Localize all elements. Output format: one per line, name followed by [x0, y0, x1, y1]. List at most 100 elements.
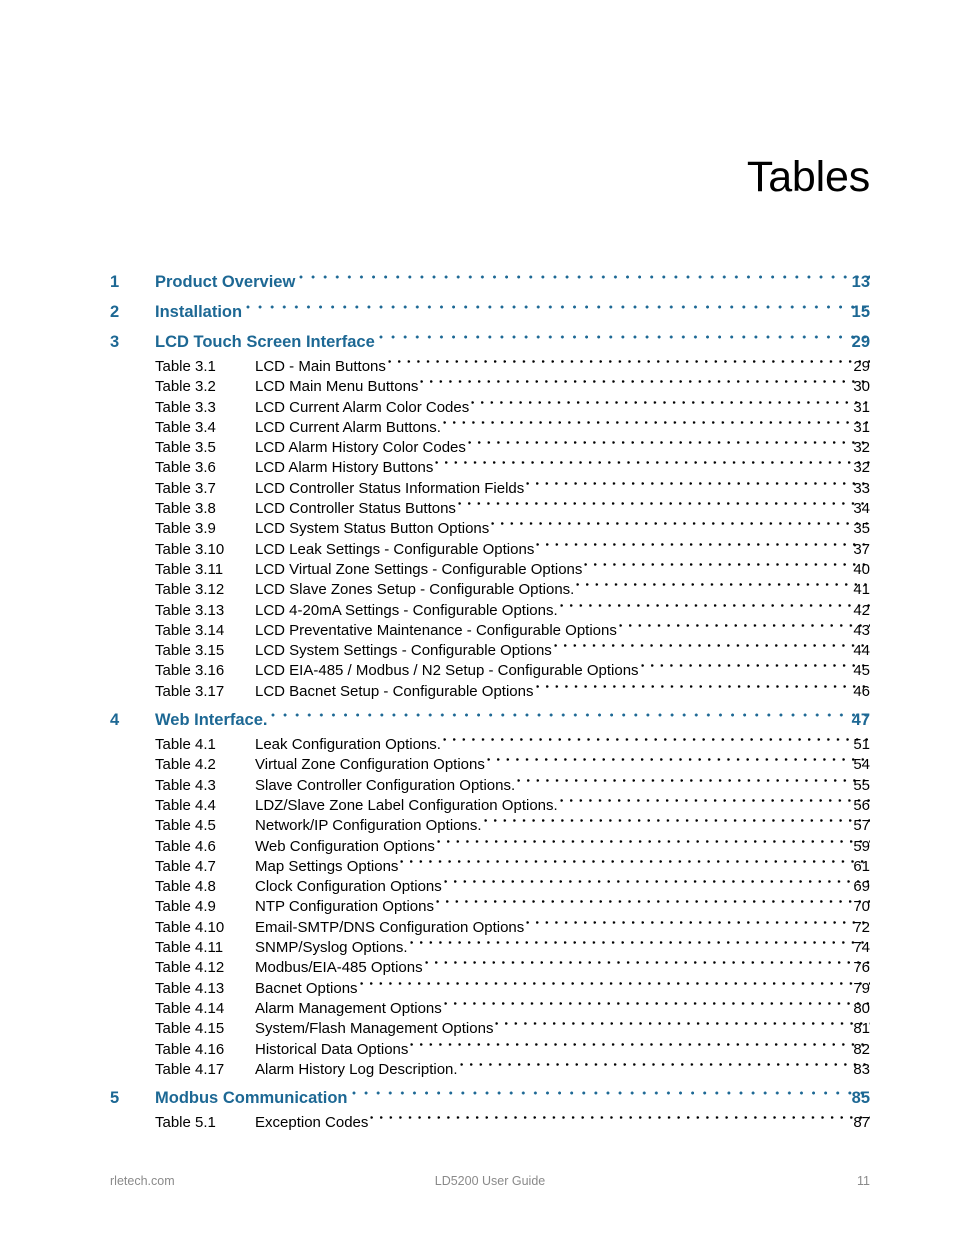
table-page-number: 45 [853, 662, 870, 680]
table-title: LCD System Settings - Configurable Optio… [255, 642, 552, 660]
toc-chapter-row[interactable]: 2 Installation 15 [0, 302, 954, 324]
toc-table-row[interactable]: Table 4.14 Alarm Management Options 80 [0, 998, 954, 1019]
dot-leader [526, 917, 870, 929]
table-page-number: 34 [853, 500, 870, 518]
table-label: Table 4.1 [155, 736, 216, 754]
toc-table-row[interactable]: Table 3.15 LCD System Settings - Configur… [0, 641, 954, 661]
toc-table-row[interactable]: Table 3.13 LCD 4-20mA Settings - Configur… [0, 600, 954, 621]
dot-leader [559, 795, 870, 807]
table-label: Table 4.2 [155, 756, 216, 774]
table-title-wrap: Exception Codes [255, 1113, 870, 1133]
toc-table-row[interactable]: Table 3.5 LCD Alarm History Color Codes 32 [0, 438, 954, 458]
toc-table-row[interactable]: Table 4.3 Slave Controller Configuration … [0, 775, 954, 796]
table-title-wrap: SNMP/Syslog Options. [255, 938, 870, 958]
chapter-title-wrap: Product Overview [155, 272, 870, 293]
table-title-wrap: LCD Main Menu Buttons [255, 377, 870, 397]
toc-table-row[interactable]: Table 4.6 Web Configuration Options 59 [0, 836, 954, 857]
table-page-number: 43 [853, 621, 870, 639]
toc-table-row[interactable]: Table 4.17 Alarm History Log Description.… [0, 1059, 954, 1080]
toc-table-row[interactable]: Table 3.14 LCD Preventative Maintenance -… [0, 620, 954, 641]
table-page-number: 32 [853, 439, 870, 457]
chapter-page-number: 15 [851, 303, 870, 321]
toc-table-row[interactable]: Table 4.4 LDZ/Slave Zone Label Configurat… [0, 795, 954, 816]
table-page-number: 37 [853, 540, 870, 558]
toc-table-row[interactable]: Table 3.1 LCD - Main Buttons 29 [0, 357, 954, 377]
table-page-number: 56 [853, 796, 870, 814]
table-page-number: 51 [853, 736, 870, 754]
dot-leader [370, 1113, 870, 1125]
toc-table-row[interactable]: Table 3.8 LCD Controller Status Buttons 34 [0, 499, 954, 519]
dot-leader [443, 877, 870, 889]
toc-table-row[interactable]: Table 4.1 Leak Configuration Options. 51 [0, 735, 954, 755]
table-label: Table 4.12 [155, 959, 225, 977]
toc-table-row[interactable]: Table 4.2 Virtual Zone Configuration Opti… [0, 755, 954, 775]
table-page-number: 42 [853, 601, 870, 619]
chapter-title-wrap: Modbus Communication [155, 1088, 870, 1109]
toc-table-row[interactable]: Table 4.9 NTP Configuration Options 70 [0, 897, 954, 917]
table-label: Table 3.10 [155, 540, 225, 558]
toc-table-row[interactable]: Table 3.6 LCD Alarm History Buttons 32 [0, 458, 954, 478]
table-title-wrap: Web Configuration Options [255, 836, 870, 857]
toc-table-row[interactable]: Table 3.16 LCD EIA-485 / Modbus / N2 Setu… [0, 661, 954, 681]
table-page-number: 81 [853, 1020, 870, 1038]
table-title-wrap: LCD Bacnet Setup - Configurable Options [255, 681, 870, 702]
toc-chapter-row[interactable]: 4 Web Interface. 47 [0, 710, 954, 732]
chapter-title-wrap: LCD Touch Screen Interface [155, 332, 870, 353]
table-label: Table 4.3 [155, 776, 216, 794]
table-title: LCD Alarm History Buttons [255, 459, 434, 477]
dot-leader [483, 816, 870, 828]
toc-table-row[interactable]: Table 3.7 LCD Controller Status Informati… [0, 478, 954, 499]
toc-table-row[interactable]: Table 4.16 Historical Data Options 82 [0, 1039, 954, 1060]
toc-chapter-row[interactable]: 3 LCD Touch Screen Interface 29 [0, 332, 954, 354]
table-title: Email-SMTP/DNS Configuration Options [255, 918, 525, 936]
toc-chapter-row[interactable]: 5 Modbus Communication 85 [0, 1088, 954, 1110]
toc-table-row[interactable]: Table 4.15 System/Flash Management Option… [0, 1019, 954, 1039]
table-title-wrap: LDZ/Slave Zone Label Configuration Optio… [255, 795, 870, 816]
toc-table-row[interactable]: Table 4.11 SNMP/Syslog Options. 74 [0, 938, 954, 958]
toc-table-row[interactable]: Table 4.5 Network/IP Configuration Option… [0, 816, 954, 836]
toc-chapter-row[interactable]: 1 Product Overview 13 [0, 272, 954, 294]
toc-table-row[interactable]: Table 3.11 LCD Virtual Zone Settings - Co… [0, 559, 954, 580]
dot-leader [378, 332, 870, 344]
chapter-page-number: 85 [851, 1089, 870, 1108]
table-title-wrap: LCD EIA-485 / Modbus / N2 Setup - Config… [255, 661, 870, 681]
table-title-wrap: LCD Slave Zones Setup - Configurable Opt… [255, 580, 870, 600]
toc-table-row[interactable]: Table 3.3 LCD Current Alarm Color Codes 31 [0, 397, 954, 418]
table-page-number: 70 [853, 898, 870, 916]
table-label: Table 3.4 [155, 418, 216, 436]
table-page-number: 54 [853, 756, 870, 774]
toc-table-row[interactable]: Table 4.12 Modbus/EIA-485 Options 76 [0, 958, 954, 978]
toc-table-row[interactable]: Table 4.7 Map Settings Options 61 [0, 856, 954, 877]
dot-leader [471, 397, 870, 409]
table-title-wrap: LCD System Status Button Options [255, 519, 870, 539]
dot-leader [495, 1019, 870, 1031]
table-title: NTP Configuration Options [255, 898, 434, 916]
table-title: Alarm History Log Description. [255, 1060, 458, 1078]
toc-table-row[interactable]: Table 3.10 LCD Leak Settings - Configurab… [0, 539, 954, 560]
dot-leader [400, 856, 870, 868]
toc-table-row[interactable]: Table 4.8 Clock Configuration Options 69 [0, 877, 954, 897]
table-title-wrap: Bacnet Options [255, 978, 870, 999]
table-title: LCD Current Alarm Color Codes [255, 398, 470, 416]
table-title: LCD Current Alarm Buttons. [255, 418, 441, 436]
dot-leader [457, 499, 870, 511]
toc-table-row[interactable]: Table 5.1 Exception Codes 87 [0, 1113, 954, 1133]
toc-table-row[interactable]: Table 3.4 LCD Current Alarm Buttons. 31 [0, 417, 954, 438]
toc-table-row[interactable]: Table 3.2 LCD Main Menu Buttons 30 [0, 377, 954, 397]
toc-table-row[interactable]: Table 3.17 LCD Bacnet Setup - Configurabl… [0, 681, 954, 702]
table-title: LCD 4-20mA Settings - Configurable Optio… [255, 601, 558, 619]
table-label: Table 3.3 [155, 398, 216, 416]
toc-table-row[interactable]: Table 4.13 Bacnet Options 79 [0, 978, 954, 999]
table-title: Slave Controller Configuration Options. [255, 776, 516, 794]
table-title: Network/IP Configuration Options. [255, 817, 482, 835]
table-title: Alarm Management Options [255, 999, 442, 1017]
table-title-wrap: LCD Preventative Maintenance - Configura… [255, 620, 870, 641]
toc-table-row[interactable]: Table 3.9 LCD System Status Button Option… [0, 519, 954, 539]
dot-leader [435, 458, 870, 470]
table-label: Table 3.16 [155, 662, 225, 680]
toc-table-row[interactable]: Table 4.10 Email-SMTP/DNS Configuration O… [0, 917, 954, 938]
table-label: Table 3.9 [155, 520, 216, 538]
toc-table-row[interactable]: Table 3.12 LCD Slave Zones Setup - Config… [0, 580, 954, 600]
table-title: LCD Main Menu Buttons [255, 378, 419, 396]
table-title-wrap: LCD Leak Settings - Configurable Options [255, 539, 870, 560]
